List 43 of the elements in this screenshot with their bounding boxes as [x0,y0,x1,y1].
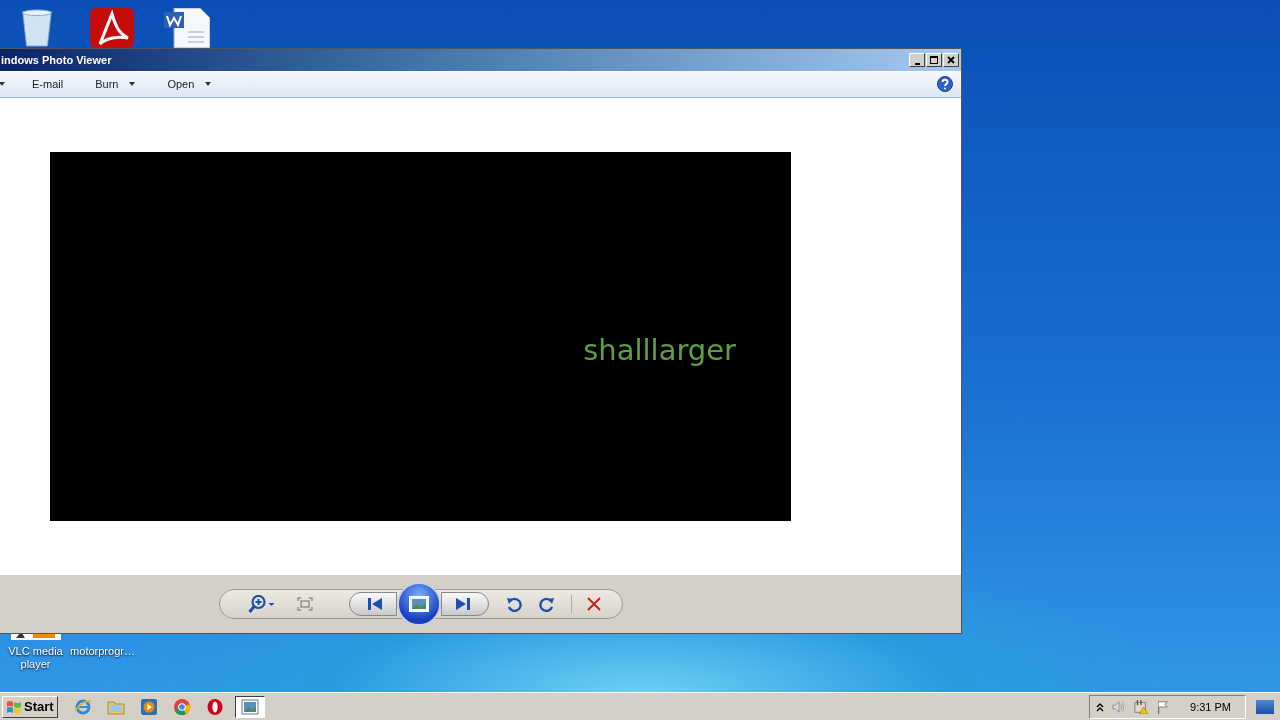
caret-icon [205,82,212,86]
close-icon [946,55,956,65]
previous-icon [368,598,382,610]
media-player-icon [139,697,158,716]
minimize-icon [914,62,920,65]
slideshow-icon [409,596,429,612]
show-hidden-icons-icon[interactable] [1096,701,1105,712]
photo-viewer-taskbar-button[interactable] [234,695,265,718]
toolbar-button[interactable]: Burn [86,73,145,95]
caret-icon[interactable] [0,82,5,86]
help-icon[interactable] [937,76,953,92]
start-button[interactable]: Start [2,695,58,718]
toolbar-button[interactable]: E-mail [23,73,73,95]
zoom-icon[interactable] [248,595,275,613]
maximize-button[interactable] [926,53,942,67]
rotate-left-icon[interactable] [506,596,522,612]
toolbar-button[interactable]: Open [158,73,221,95]
action-center-flag-icon[interactable] [1156,699,1171,714]
opera-icon [205,697,224,716]
word-document-icon[interactable] [164,8,210,48]
network-warning-icon[interactable] [1134,699,1149,714]
image-text: shalllarger [583,332,736,367]
slideshow-button[interactable] [397,582,441,626]
next-button[interactable] [441,592,489,616]
opera-taskbar-button[interactable] [205,696,224,717]
photo-viewer-icon [240,697,259,716]
media-player-taskbar-button[interactable] [139,696,158,717]
maximize-icon [929,55,939,65]
next-icon [456,598,470,610]
previous-button[interactable] [349,592,397,616]
window-title: indows Photo Viewer [0,54,112,66]
chrome-icon [172,697,191,716]
caret-icon [129,82,136,86]
clock[interactable]: 9:31 PM [1190,700,1231,713]
start-logo-icon [6,699,22,714]
delete-icon[interactable] [587,597,601,611]
show-desktop-button[interactable] [1256,699,1274,714]
close-button[interactable] [943,53,959,67]
minimize-button[interactable] [909,53,925,67]
rotate-right-icon[interactable] [539,596,555,612]
pdf-icon[interactable] [89,8,135,48]
internet-explorer-icon [73,697,92,716]
chrome-taskbar-button[interactable] [172,696,191,717]
